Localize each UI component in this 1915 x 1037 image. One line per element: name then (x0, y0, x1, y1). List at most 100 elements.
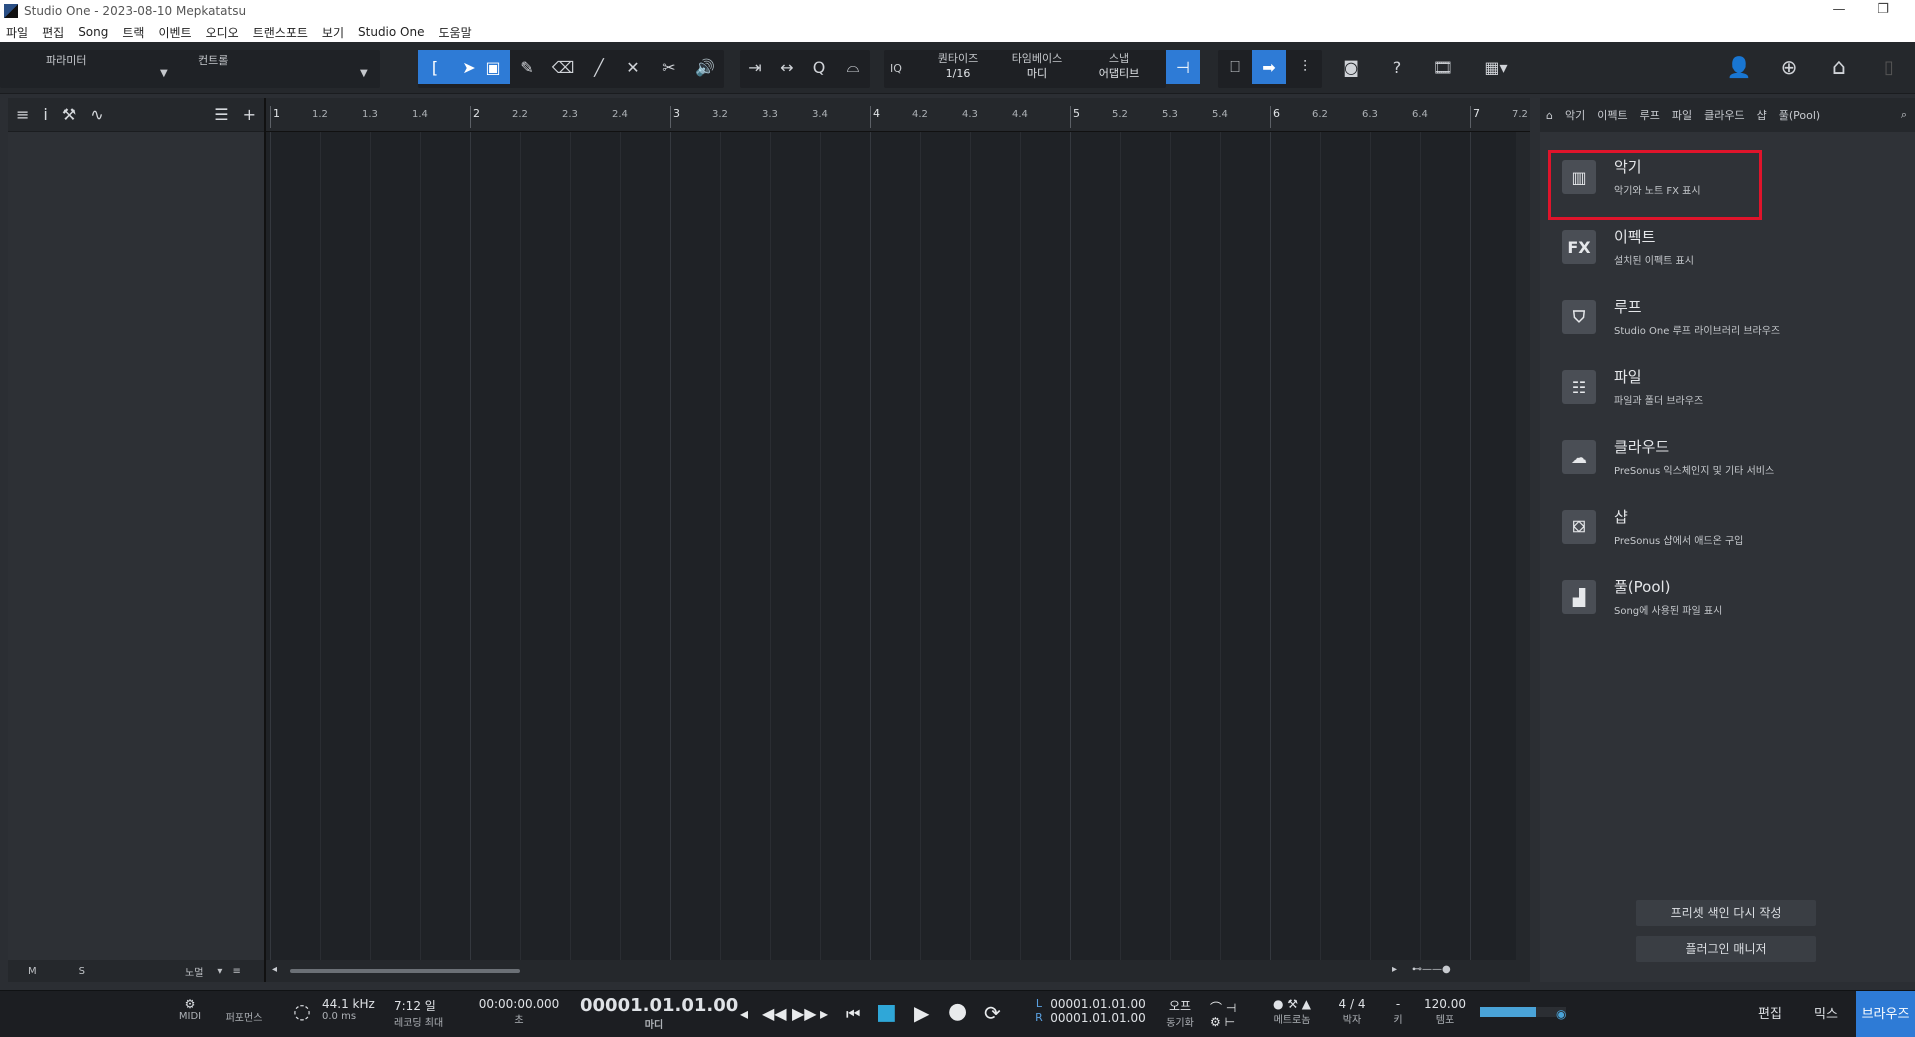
track-lane-area[interactable] (266, 132, 1521, 960)
scroll-right-icon[interactable]: ▸ (1392, 964, 1397, 975)
eraser-tool-icon[interactable]: ⌫ (546, 50, 580, 84)
browser-item-cloud[interactable]: ☁ 클라우드 PreSonus 익스체인지 및 기타 서비스 (1558, 426, 1808, 488)
track-list-menu-icon[interactable]: ≡ (16, 105, 29, 124)
return-to-zero-icon[interactable]: ⏮ (846, 1004, 860, 1024)
list-view-icon[interactable]: ☰ (214, 105, 228, 124)
audio-status-icon[interactable]: ◌ (290, 999, 314, 1023)
select-box-icon[interactable]: ▣ (476, 50, 510, 84)
meter-toggle-icon[interactable]: ◉ (1556, 1007, 1566, 1021)
quantize-selector[interactable]: 퀀타이즈 1/16 (928, 51, 988, 81)
arrange-view[interactable]: 1 1.2 1.3 1.4 2 2.2 2.3 2.4 3 3.2 3.3 3.4 4 4.2 4.3 4.4… (264, 98, 1530, 982)
browser-search-icon[interactable]: ⌕ (1901, 108, 1907, 122)
loop-toggle-icon[interactable]: ⟳ (984, 1001, 1001, 1025)
page-icon[interactable]: ▯ (1872, 50, 1906, 84)
metronome-controls[interactable]: ● ⚒ ▲ 메트로놈 (1262, 997, 1322, 1026)
menu-help[interactable]: 도움말 (438, 24, 471, 41)
menu-audio[interactable]: 오디오 (206, 24, 239, 41)
horizontal-scrollbar[interactable]: ◂ ▸ ⊷——● (266, 960, 1530, 982)
edit-pane-button[interactable]: 편집 (1742, 991, 1798, 1037)
tab-effects[interactable]: 이펙트 (1597, 107, 1627, 123)
global-solo-button[interactable]: S (79, 966, 85, 977)
menu-track[interactable]: 트랙 (122, 24, 144, 41)
help-button[interactable]: ? (1380, 50, 1414, 84)
iq-button[interactable]: IQ (890, 61, 902, 76)
minimize-button[interactable]: — (1817, 0, 1861, 22)
groove-icon[interactable]: ⌓ (836, 50, 870, 84)
mix-pane-button[interactable]: 믹스 (1798, 991, 1854, 1037)
autoscroll-icon[interactable]: ➡ (1252, 50, 1286, 84)
menu-event[interactable]: 이벤트 (158, 24, 191, 41)
snap-toggle-icon[interactable]: ⊣ (1166, 50, 1200, 84)
menu-edit[interactable]: 편집 (42, 24, 64, 41)
wrench-icon[interactable]: ⚒ (62, 105, 76, 124)
listen-tool-icon[interactable]: 🔊 (688, 50, 722, 84)
record-icon[interactable]: ● (948, 999, 967, 1024)
prev-marker-icon[interactable]: ◂ (740, 1004, 748, 1023)
forward-icon[interactable]: ▶▶ (792, 1004, 817, 1023)
plugin-manager-button[interactable]: 플러그인 매니저 (1636, 936, 1816, 962)
stop-icon[interactable]: ■ (876, 1000, 897, 1025)
automation-icon[interactable]: ∿ (90, 105, 103, 124)
restore-button[interactable]: ❐ (1861, 0, 1905, 22)
punch-icon[interactable]: ⌒ ⊣ (1210, 999, 1236, 1016)
exchange-icon[interactable]: ⊕ (1772, 50, 1806, 84)
bend-icon[interactable]: ↔ (770, 50, 804, 84)
video-icon[interactable]: 🎞 (1426, 50, 1460, 84)
track-mode-selector[interactable]: 노멀 (185, 964, 203, 979)
browse-pane-button[interactable]: 브라우즈 (1856, 991, 1915, 1037)
add-track-icon[interactable]: + (243, 105, 256, 124)
browser-item-effects[interactable]: FX 이펙트 설치된 이펙트 표시 (1558, 216, 1808, 278)
menu-transport[interactable]: 트랜스포트 (253, 24, 308, 41)
browser-item-shop[interactable]: ⛋ 샵 PreSonus 샵에서 애드온 구입 (1558, 496, 1808, 558)
user-icon[interactable]: 👤 (1722, 50, 1756, 84)
next-marker-icon[interactable]: ▸ (820, 1004, 828, 1023)
seconds-display[interactable]: 00:00:00.000 초 (476, 997, 562, 1026)
parameter-label[interactable]: 파라미터 (46, 53, 86, 68)
tab-pool[interactable]: 풀(Pool) (1779, 107, 1820, 123)
signature-display[interactable]: 4 / 4 박자 (1334, 997, 1370, 1026)
menu-file[interactable]: 파일 (6, 24, 28, 41)
timeline-ruler[interactable]: 1 1.2 1.3 1.4 2 2.2 2.3 2.4 3 3.2 3.3 3.4 4 4.2 4.3 4.4… (266, 98, 1530, 132)
browser-item-loops[interactable]: ⛉ 루프 Studio One 루프 라이브러리 브라우즈 (1558, 286, 1808, 348)
mute-tool-icon[interactable]: ✕ (616, 50, 650, 84)
control-label[interactable]: 컨트롤 (198, 53, 228, 68)
loop-range-display[interactable]: 00001.01.01.00 00001.01.01.00 (1050, 997, 1146, 1025)
menu-song[interactable]: Song (78, 25, 108, 39)
browser-item-files[interactable]: ☷ 파일 파일과 폴더 브라우즈 (1558, 356, 1808, 418)
performance-monitor[interactable]: 퍼포먼스 (214, 1009, 274, 1024)
tab-loops[interactable]: 루프 (1640, 107, 1660, 123)
home-icon[interactable]: ⌂ (1822, 50, 1856, 84)
vertical-scrollbar[interactable] (1516, 132, 1530, 960)
snap-selector[interactable]: 스냅 어댑티브 (1086, 51, 1152, 81)
tab-shop[interactable]: 샵 (1757, 107, 1767, 123)
menu-studio-one[interactable]: Studio One (358, 25, 424, 39)
tab-cloud[interactable]: 클라우드 (1704, 107, 1744, 123)
tab-files[interactable]: 파일 (1672, 107, 1692, 123)
tab-instruments[interactable]: 악기 (1565, 107, 1585, 123)
timestretch-icon[interactable]: ⇥ (738, 50, 772, 84)
layout-menu-icon[interactable]: ▦▾ (1474, 50, 1518, 84)
timebase-selector[interactable]: 타임베이스 마디 (1004, 51, 1070, 81)
pencil-tool-icon[interactable]: ✎ (510, 50, 544, 84)
footer-menu-icon[interactable]: ≡ (232, 966, 240, 977)
midi-monitor[interactable]: ⚙ MIDI (172, 997, 208, 1022)
zoom-slider-icon[interactable]: ⊷——● (1412, 964, 1451, 975)
quantize-q-icon[interactable]: Q (802, 50, 836, 84)
tempo-display[interactable]: 120.00 템포 (1418, 997, 1472, 1026)
browser-item-pool[interactable]: ▟ 풀(Pool) Song에 사용된 파일 표시 (1558, 566, 1808, 628)
preroll-icon[interactable]: ⚙ ⊢ (1210, 1015, 1235, 1029)
snapshot-icon[interactable]: ◙ (1334, 50, 1368, 84)
rewind-icon[interactable]: ◀◀ (762, 1004, 787, 1023)
sync-display[interactable]: 오프 동기화 (1160, 997, 1200, 1029)
control-dropdown-icon[interactable]: ▼ (360, 66, 368, 81)
inspector-info-icon[interactable]: i (43, 105, 47, 124)
key-display[interactable]: - 키 (1388, 997, 1408, 1026)
split-tool-icon[interactable]: ✂ (652, 50, 686, 84)
play-icon[interactable]: ▶ (914, 1001, 929, 1025)
global-mute-button[interactable]: M (28, 966, 37, 977)
browser-home-icon[interactable]: ⌂ (1546, 109, 1553, 122)
paint-tool-icon[interactable]: ╱ (582, 50, 616, 84)
range-tool-icon[interactable]: [ (418, 50, 452, 84)
split-view-icon[interactable]: ⫶ (1288, 50, 1322, 84)
scroll-left-icon[interactable]: ◂ (272, 964, 277, 975)
